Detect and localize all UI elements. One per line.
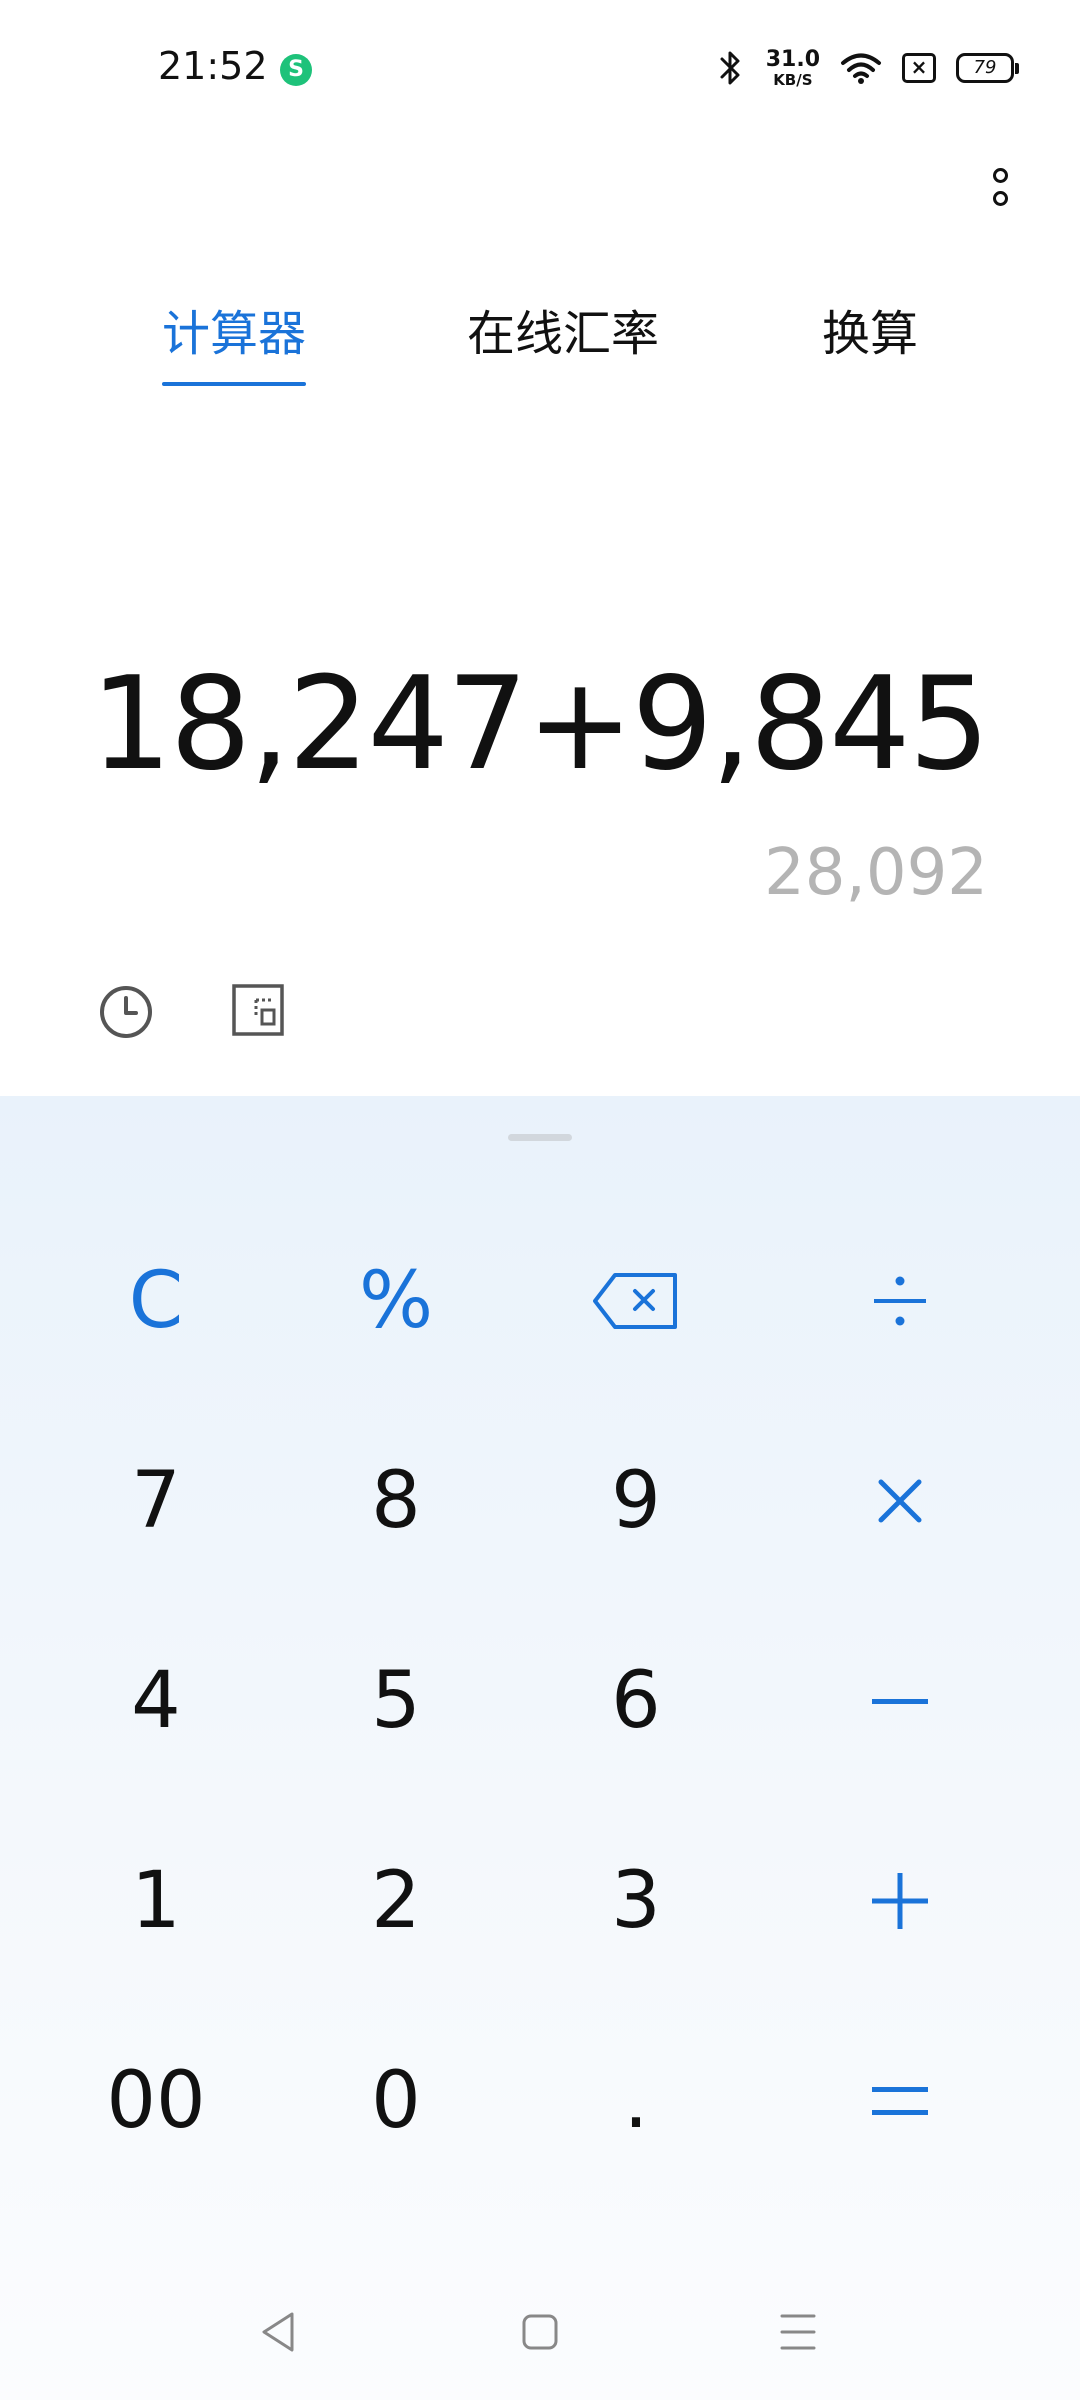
equals-button[interactable]: [800, 2026, 1000, 2176]
result-display: 28,092: [764, 836, 988, 910]
network-speed: 31.0 KB/S: [765, 46, 820, 89]
digit-1-button[interactable]: 1: [56, 1826, 256, 1976]
history-icon[interactable]: [98, 984, 154, 1040]
digit-2-button[interactable]: 2: [296, 1826, 496, 1976]
multiply-button[interactable]: [800, 1426, 1000, 1576]
battery-icon: 79: [956, 53, 1019, 83]
tab-calculator[interactable]: 计算器: [162, 294, 306, 364]
digit-8-button[interactable]: 8: [296, 1426, 496, 1576]
network-speed-unit: KB/S: [773, 70, 813, 89]
digit-7-button[interactable]: 7: [56, 1426, 256, 1576]
drag-handle[interactable]: [508, 1134, 572, 1141]
network-speed-value: 31.0: [765, 46, 820, 72]
divide-button[interactable]: [800, 1226, 1000, 1376]
more-options-button[interactable]: [976, 158, 1024, 216]
multiply-icon: [878, 1479, 922, 1523]
backspace-icon: [593, 1273, 677, 1329]
decimal-button[interactable]: .: [536, 2026, 736, 2176]
bluetooth-icon: [720, 51, 740, 85]
active-tab-indicator: [162, 382, 306, 386]
wifi-icon: [841, 53, 881, 84]
percent-button[interactable]: %: [296, 1226, 496, 1376]
digit-5-button[interactable]: 5: [296, 1626, 496, 1776]
digit-3-button[interactable]: 3: [536, 1826, 736, 1976]
plus-icon: [872, 1873, 928, 1929]
clear-button[interactable]: C: [56, 1226, 256, 1376]
scientific-mode-icon[interactable]: [232, 984, 284, 1036]
no-sim-icon: ×: [902, 53, 936, 83]
back-icon[interactable]: [258, 2310, 298, 2354]
status-time: 21:52: [158, 44, 268, 88]
equals-icon: [872, 2087, 928, 2115]
tab-conversion[interactable]: 换算: [822, 294, 918, 364]
recent-apps-icon[interactable]: [778, 2310, 818, 2354]
app-notification-icon: S: [280, 54, 312, 86]
tab-bar: 计算器 在线汇率 换算: [0, 280, 1080, 400]
digit-4-button[interactable]: 4: [56, 1626, 256, 1776]
digit-9-button[interactable]: 9: [536, 1426, 736, 1576]
home-icon[interactable]: [520, 2310, 560, 2354]
backspace-button[interactable]: [536, 1226, 736, 1376]
more-options-icon: [992, 191, 1008, 206]
divide-icon: [874, 1276, 926, 1326]
system-navigation-bar: [0, 2280, 1080, 2390]
digit-6-button[interactable]: 6: [536, 1626, 736, 1776]
expression-display: 18,247+9,845: [90, 650, 990, 799]
digit-0-button[interactable]: 0: [296, 2026, 496, 2176]
keypad: C % 7 8 9 4 5 6 1 2 3 00 0 .: [0, 1096, 1080, 2400]
subtract-button[interactable]: [800, 1626, 1000, 1776]
tab-exchange-rate[interactable]: 在线汇率: [467, 294, 659, 364]
status-bar: 21:52 S 31.0 KB/S × 79: [0, 0, 1080, 140]
double-zero-button[interactable]: 00: [56, 2026, 256, 2176]
status-icons: 31.0 KB/S × 79: [716, 46, 1019, 90]
add-button[interactable]: [800, 1826, 1000, 1976]
minus-icon: [872, 1699, 928, 1704]
more-options-icon: [992, 168, 1008, 183]
